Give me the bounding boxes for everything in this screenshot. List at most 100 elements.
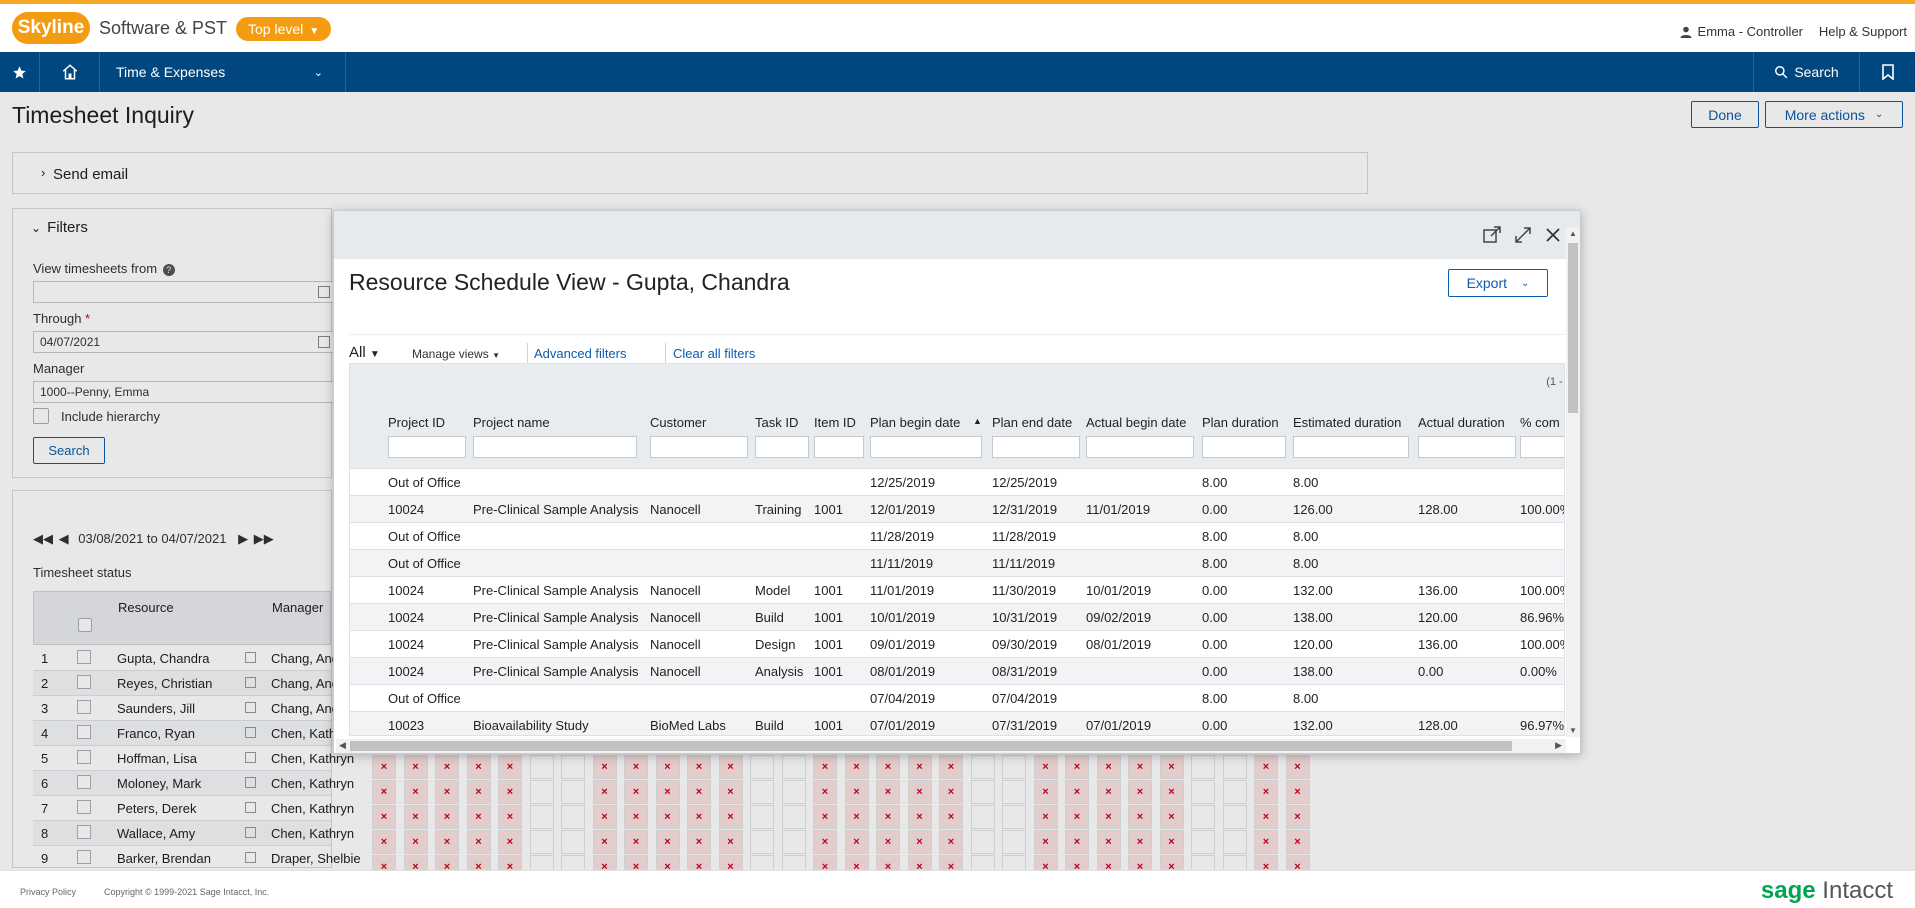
resource-name[interactable]: Barker, Brendan bbox=[117, 851, 211, 866]
grid-cell[interactable]: × bbox=[687, 780, 711, 804]
row-checkbox[interactable] bbox=[77, 750, 91, 764]
grid-cell[interactable] bbox=[970, 780, 995, 804]
view-from-input[interactable] bbox=[33, 281, 335, 303]
calendar-icon[interactable] bbox=[245, 752, 256, 763]
grid-cell[interactable]: × bbox=[435, 805, 459, 829]
grid-cell[interactable]: × bbox=[813, 830, 837, 854]
grid-cell[interactable] bbox=[1222, 755, 1247, 779]
grid-cell[interactable]: × bbox=[655, 805, 680, 829]
row-checkbox[interactable] bbox=[77, 675, 91, 689]
row-checkbox[interactable] bbox=[77, 800, 91, 814]
grid-cell[interactable]: × bbox=[1285, 805, 1310, 829]
grid-cell[interactable]: × bbox=[1096, 805, 1121, 829]
grid-cell[interactable]: × bbox=[624, 830, 648, 854]
table-row[interactable]: 10024 Pre-Clinical Sample Analysis Nanocel… bbox=[350, 630, 1564, 657]
row-checkbox[interactable] bbox=[77, 850, 91, 864]
grid-cell[interactable]: × bbox=[844, 780, 869, 804]
table-row[interactable]: Out of Office 11/28/2019 11/28/2019 8.00 8.0… bbox=[350, 522, 1564, 549]
grid-cell[interactable]: × bbox=[403, 805, 428, 829]
resource-name[interactable]: Saunders, Jill bbox=[117, 701, 195, 716]
grid-cell[interactable]: × bbox=[1159, 780, 1184, 804]
grid-cell[interactable]: × bbox=[687, 805, 711, 829]
privacy-policy-link[interactable]: Privacy Policy bbox=[20, 887, 76, 897]
grid-cell[interactable]: × bbox=[435, 830, 459, 854]
grid-cell[interactable]: × bbox=[498, 830, 522, 854]
grid-cell[interactable]: × bbox=[1128, 780, 1152, 804]
column-header[interactable]: Plan end date bbox=[992, 415, 1072, 430]
scroll-right-icon[interactable]: ▶ bbox=[1555, 740, 1562, 751]
grid-cell[interactable]: × bbox=[403, 780, 428, 804]
user-menu[interactable]: Emma - Controller bbox=[1680, 24, 1803, 39]
grid-cell[interactable] bbox=[529, 805, 554, 829]
grid-cell[interactable]: × bbox=[1254, 805, 1278, 829]
grid-cell[interactable]: × bbox=[876, 805, 900, 829]
table-row[interactable]: 4 Franco, Ryan Chen, Kathryn bbox=[33, 721, 354, 746]
bookmark-button[interactable] bbox=[1859, 52, 1915, 92]
row-checkbox[interactable] bbox=[77, 700, 91, 714]
grid-cell[interactable]: × bbox=[1033, 780, 1058, 804]
horizontal-scrollbar[interactable]: ◀ ▶ bbox=[336, 739, 1566, 753]
grid-cell[interactable]: × bbox=[1159, 805, 1184, 829]
grid-cell[interactable]: × bbox=[498, 755, 522, 779]
row-checkbox[interactable] bbox=[77, 725, 91, 739]
grid-cell[interactable] bbox=[781, 805, 806, 829]
manager-select[interactable]: 1000--Penny, Emma bbox=[33, 381, 335, 403]
grid-cell[interactable] bbox=[1191, 830, 1215, 854]
grid-cell[interactable]: × bbox=[1065, 780, 1089, 804]
grid-cell[interactable] bbox=[561, 755, 585, 779]
done-button[interactable]: Done bbox=[1691, 101, 1759, 128]
grid-cell[interactable]: × bbox=[1033, 805, 1058, 829]
grid-cell[interactable]: × bbox=[498, 780, 522, 804]
table-row[interactable]: 7 Peters, Derek Chen, Kathryn bbox=[33, 796, 354, 821]
scroll-thumb[interactable] bbox=[1568, 243, 1578, 413]
calendar-icon[interactable] bbox=[245, 702, 256, 713]
table-row[interactable]: 10023 Bioavailability Study BioMed Labs Bui… bbox=[350, 711, 1564, 735]
grid-cell[interactable]: × bbox=[624, 805, 648, 829]
grid-cell[interactable] bbox=[970, 805, 995, 829]
column-header[interactable]: Actual duration bbox=[1418, 415, 1505, 430]
row-checkbox[interactable] bbox=[77, 650, 91, 664]
row-checkbox[interactable] bbox=[77, 775, 91, 789]
column-header[interactable]: Task ID bbox=[755, 415, 798, 430]
resource-name[interactable]: Wallace, Amy bbox=[117, 826, 195, 841]
grid-cell[interactable]: × bbox=[1096, 780, 1121, 804]
calendar-icon[interactable] bbox=[318, 336, 330, 348]
filters-header[interactable]: ⌄ Filters bbox=[31, 219, 88, 236]
table-row[interactable]: Out of Office 12/25/2019 12/25/2019 8.00 8.0… bbox=[350, 468, 1564, 495]
grid-cell[interactable] bbox=[1191, 805, 1215, 829]
scroll-thumb[interactable] bbox=[350, 741, 1512, 751]
grid-cell[interactable]: × bbox=[372, 830, 396, 854]
grid-cell[interactable]: × bbox=[1159, 830, 1184, 854]
table-row[interactable]: 10024 Pre-Clinical Sample Analysis Nanocel… bbox=[350, 576, 1564, 603]
manage-views-dropdown[interactable]: Manage views ▼ bbox=[412, 347, 500, 361]
resource-name[interactable]: Peters, Derek bbox=[117, 801, 196, 816]
prev-page-icon[interactable]: ◀ bbox=[59, 531, 69, 546]
grid-cell[interactable]: × bbox=[907, 780, 932, 804]
column-header[interactable]: Plan duration bbox=[1202, 415, 1279, 430]
grid-cell[interactable] bbox=[529, 780, 554, 804]
row-checkbox[interactable] bbox=[77, 825, 91, 839]
grid-cell[interactable]: × bbox=[939, 755, 963, 779]
grid-cell[interactable] bbox=[970, 755, 995, 779]
entity-selector[interactable]: Top level ▼ bbox=[236, 17, 332, 41]
column-filter-input[interactable] bbox=[1418, 436, 1516, 458]
grid-cell[interactable]: × bbox=[1128, 755, 1152, 779]
grid-cell[interactable]: × bbox=[1285, 755, 1310, 779]
grid-cell[interactable]: × bbox=[592, 755, 617, 779]
grid-cell[interactable] bbox=[1222, 830, 1247, 854]
grid-cell[interactable]: × bbox=[435, 755, 459, 779]
grid-cell[interactable]: × bbox=[718, 805, 743, 829]
table-row[interactable]: 5 Hoffman, Lisa Chen, Kathryn bbox=[33, 746, 354, 771]
calendar-icon[interactable] bbox=[245, 802, 256, 813]
grid-cell[interactable] bbox=[529, 755, 554, 779]
grid-cell[interactable] bbox=[561, 830, 585, 854]
through-input[interactable]: 04/07/2021 bbox=[33, 331, 335, 353]
grid-cell[interactable]: × bbox=[1128, 830, 1152, 854]
resource-name[interactable]: Franco, Ryan bbox=[117, 726, 195, 741]
table-row[interactable]: 2 Reyes, Christian Chang, Andr bbox=[33, 671, 343, 696]
more-actions-button[interactable]: More actions ⌄ bbox=[1765, 101, 1903, 128]
view-all-selector[interactable]: All ▼ bbox=[349, 344, 380, 361]
grid-cell[interactable] bbox=[561, 780, 585, 804]
favorites-button[interactable] bbox=[0, 52, 40, 92]
grid-cell[interactable]: × bbox=[907, 830, 932, 854]
